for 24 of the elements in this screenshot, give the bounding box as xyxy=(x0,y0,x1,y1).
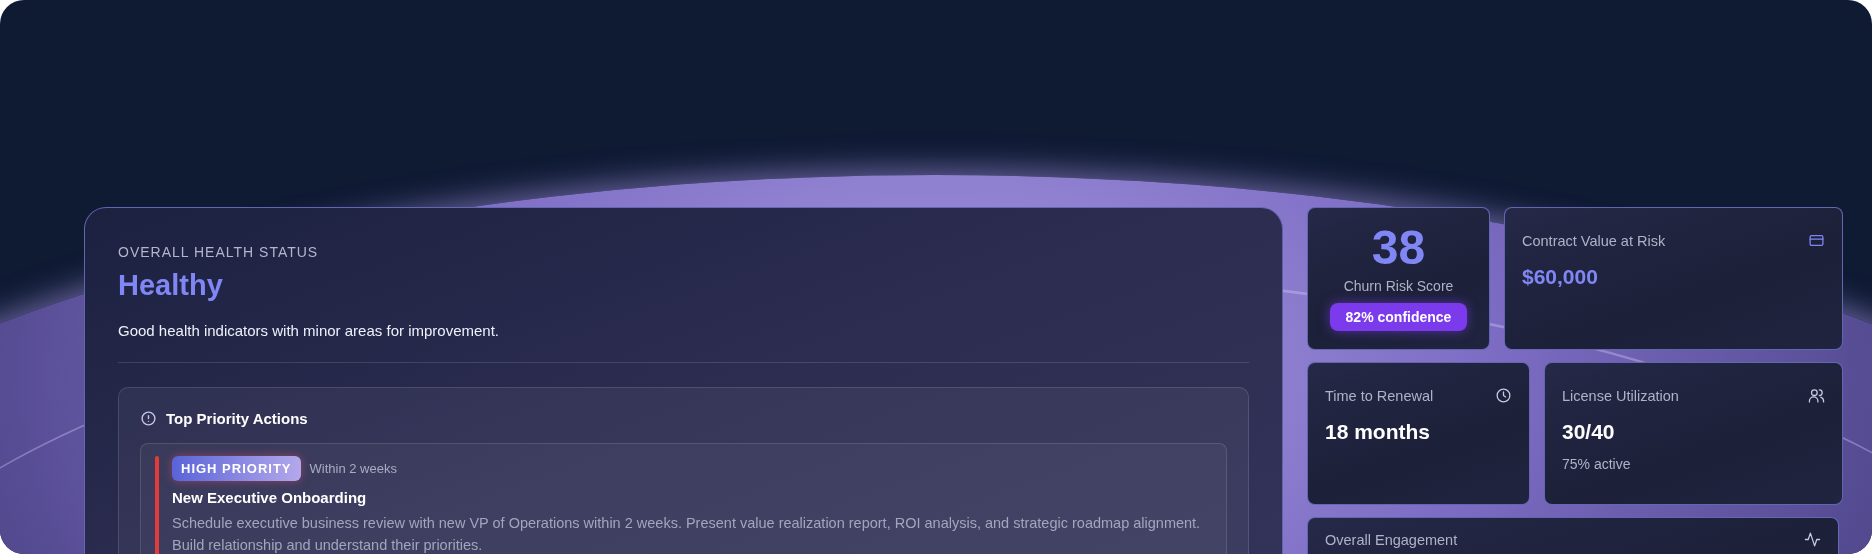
metric-note: 75% active xyxy=(1562,456,1632,472)
users-icon xyxy=(1808,387,1825,404)
score-label: Churn Risk Score xyxy=(1343,278,1454,294)
metric-label: Contract Value at Risk xyxy=(1522,232,1666,249)
action-description: Schedule executive business review with new VP of Operations within 2 weeks. Present value realization report, ROI analysis, and strategic roadmap alignment. Build relationship and understand their priorities. xyxy=(172,514,1202,554)
pulse-icon xyxy=(1804,531,1821,548)
health-description: Good health indicators with minor areas for improvement. xyxy=(118,322,500,339)
metric-label: Time to Renewal xyxy=(1325,387,1434,404)
metric-value: 18 months xyxy=(1325,420,1432,444)
timeframe-text: Within 2 weeks xyxy=(309,461,397,476)
health-status: Healthy xyxy=(118,269,224,302)
metric-label: License Utilization xyxy=(1562,387,1679,404)
action-title: New Executive Onboarding xyxy=(172,489,368,506)
credit-card-icon xyxy=(1808,232,1825,249)
clock-icon xyxy=(1495,387,1512,404)
panel-title: Top Priority Actions xyxy=(166,410,308,427)
metric-label: Overall Engagement xyxy=(1325,531,1458,548)
metric-value: $60,000 xyxy=(1522,265,1599,289)
section-label: OVERALL HEALTH STATUS xyxy=(118,244,320,260)
metric-value: 30/40 xyxy=(1562,420,1616,444)
priority-badge: HIGH PRIORITY xyxy=(172,456,301,481)
confidence-badge: 82% confidence xyxy=(1329,303,1468,331)
alert-icon xyxy=(140,410,157,427)
score-value: 38 xyxy=(1371,222,1426,274)
